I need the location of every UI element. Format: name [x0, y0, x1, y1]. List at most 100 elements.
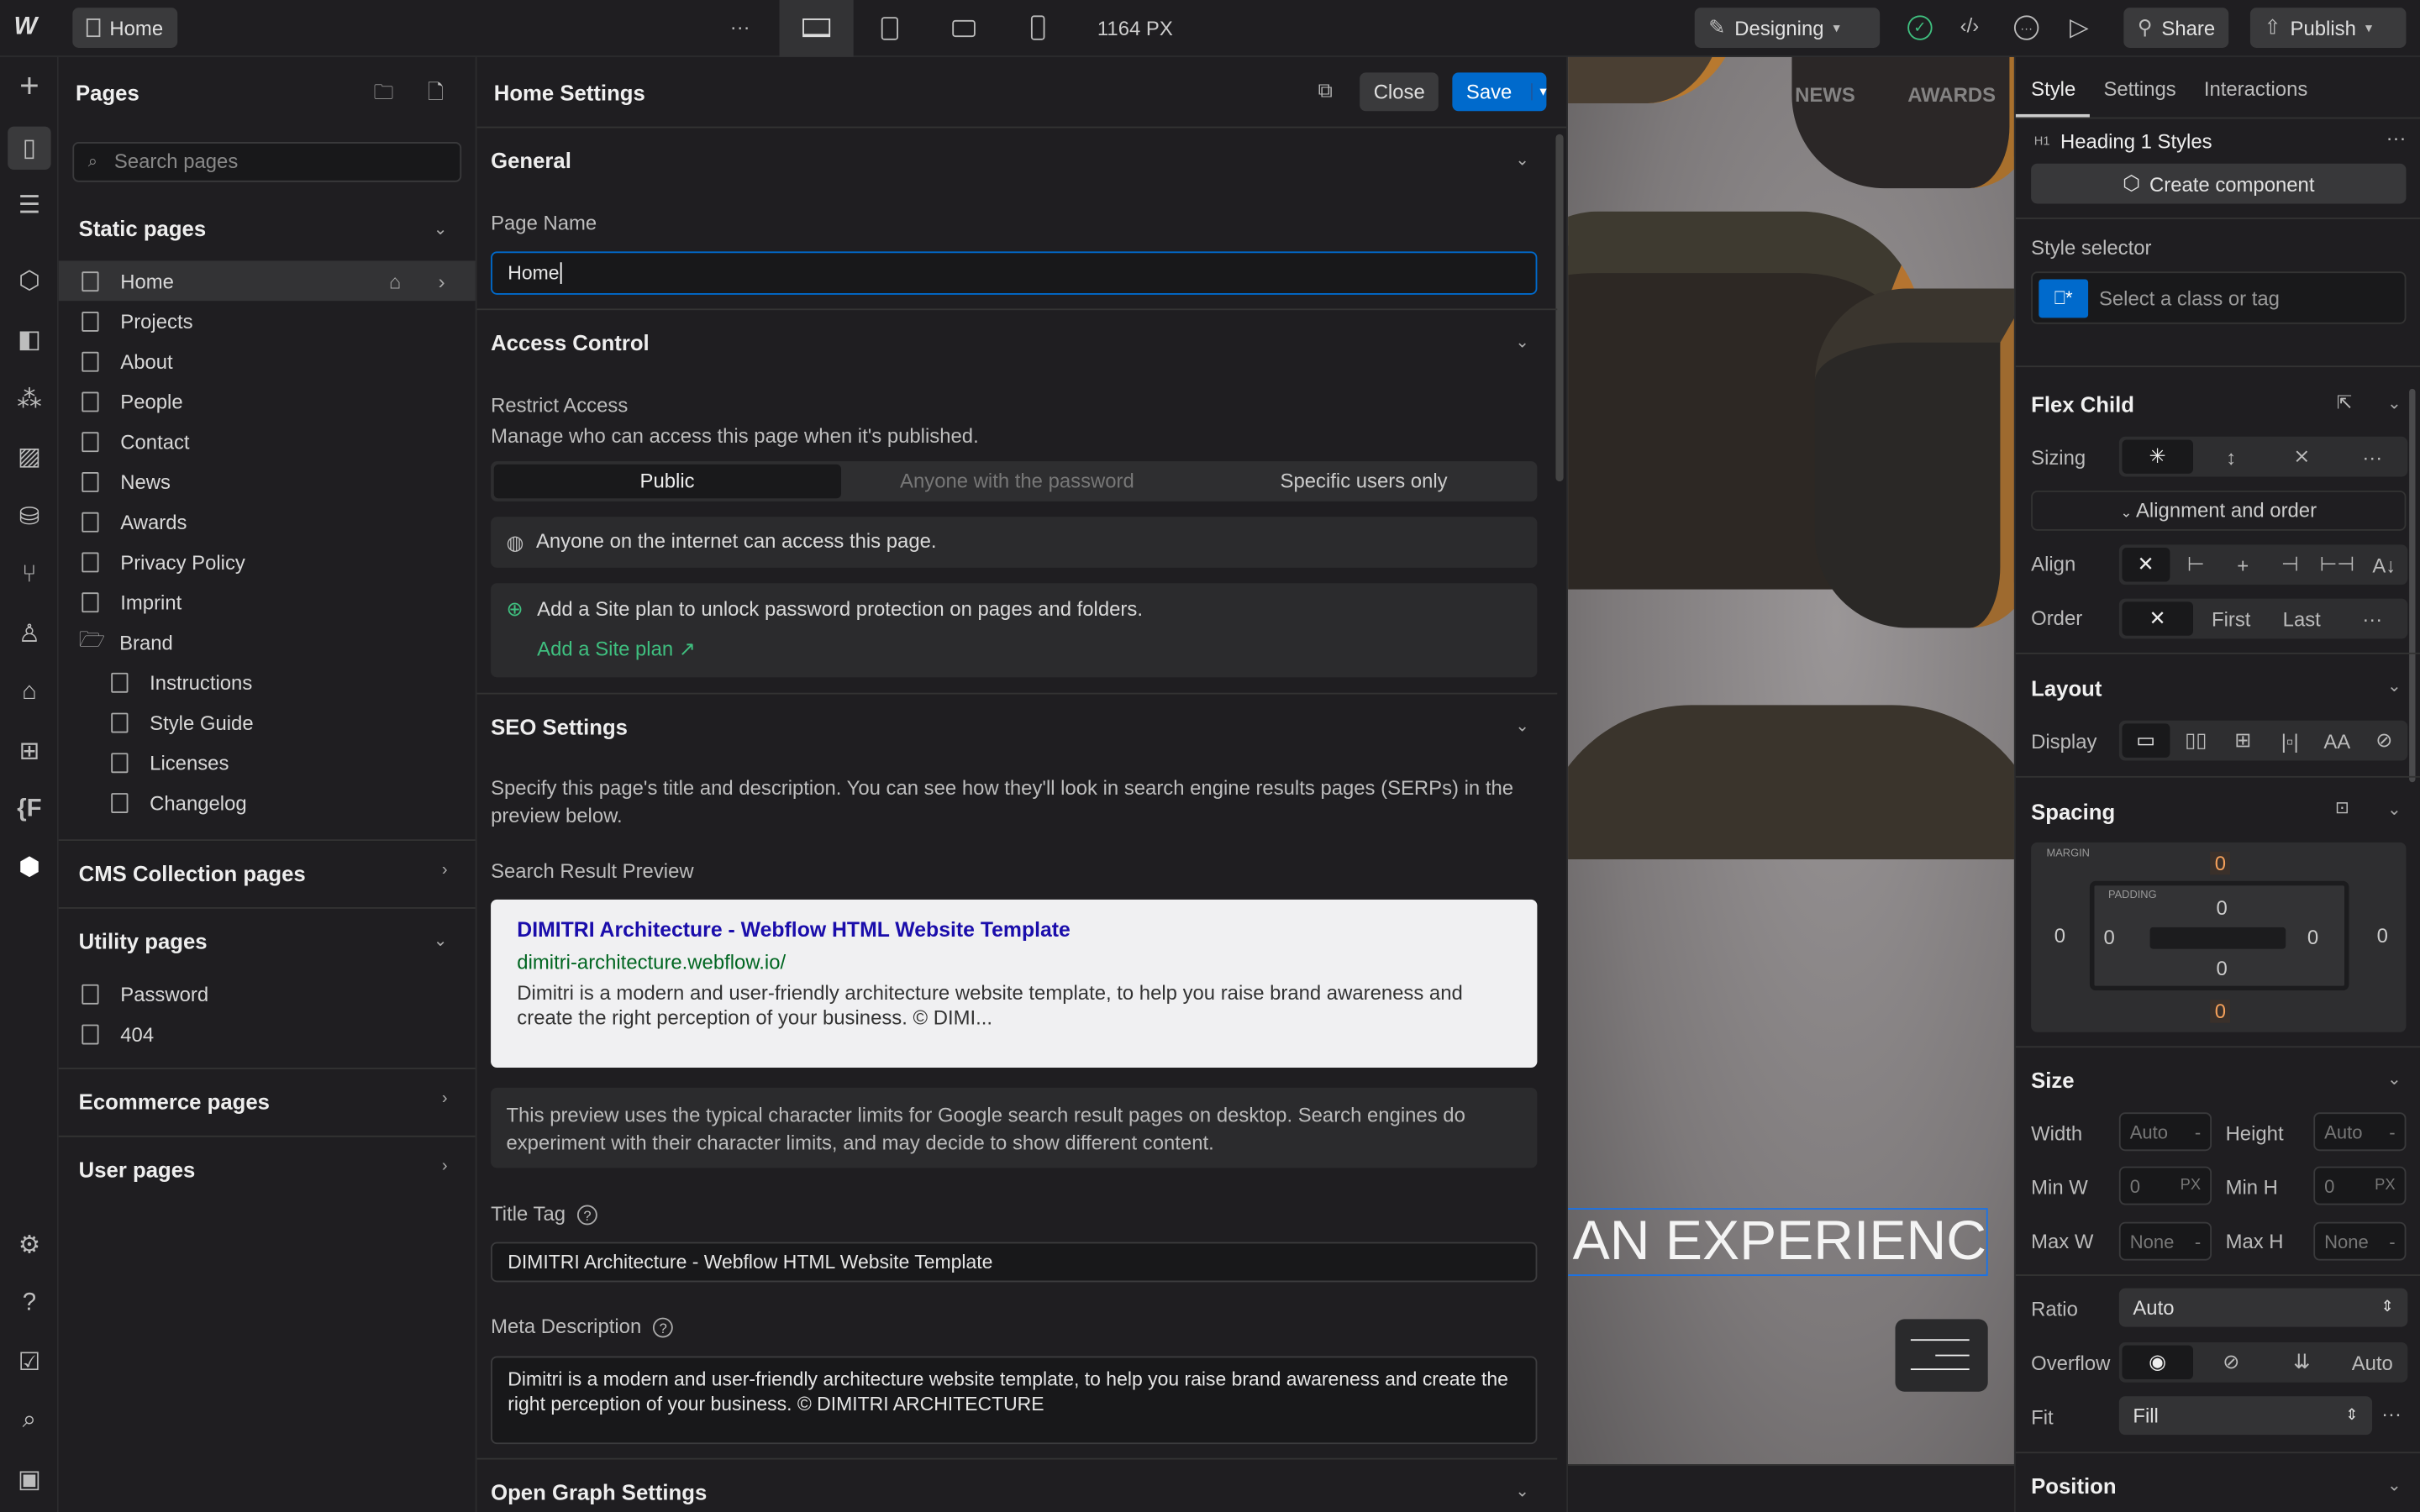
tab-interactions[interactable]: Interactions — [2204, 77, 2307, 101]
sizing-shrink-icon[interactable]: ✳ — [2122, 439, 2193, 474]
search-icon[interactable]: ⌕ — [11, 1403, 48, 1440]
tab-style[interactable]: Style — [2031, 77, 2075, 101]
size-header[interactable]: Size — [2031, 1068, 2074, 1092]
chevron-right-icon[interactable]: › — [439, 270, 445, 293]
overflow-visible-icon[interactable]: ◉ — [2122, 1345, 2193, 1380]
ecommerce-pages-header[interactable]: Ecommerce pages — [79, 1089, 270, 1114]
package-icon[interactable]: ⬢ — [11, 848, 48, 885]
more-options-icon[interactable]: ··· — [2381, 1403, 2402, 1426]
access-control-header[interactable]: Access Control — [491, 330, 650, 354]
display-inline-icon[interactable]: AA — [2313, 729, 2360, 753]
style-selector-input[interactable]: ⎕* Select a class or tag — [2031, 271, 2407, 324]
access-option-password[interactable]: Anyone with the password — [844, 461, 1191, 501]
position-header[interactable]: Position — [2031, 1473, 2116, 1498]
selected-heading[interactable]: IAN EXPERIENCE — [1568, 1208, 1988, 1276]
pages-icon[interactable]: ▯ — [8, 126, 51, 171]
align-end-icon[interactable]: ⊣ — [2266, 553, 2313, 577]
mode-dropdown[interactable]: ✎ Designing ▾ — [1694, 8, 1881, 48]
order-last[interactable]: Last — [2266, 607, 2337, 631]
chevron-down-icon[interactable]: ⌄ — [434, 219, 448, 239]
min-height-input[interactable]: 0 PX — [2313, 1166, 2407, 1205]
publish-button[interactable]: ⇧ Publish ▾ — [2249, 8, 2407, 48]
page-item[interactable]: Privacy Policy — [59, 542, 476, 582]
navigator-icon[interactable]: ☰ — [11, 186, 48, 223]
page-item[interactable]: News — [59, 461, 476, 501]
fonts-icon[interactable]: {F — [11, 791, 48, 828]
alignment-order-toggle[interactable]: ⌄ Alignment and order — [2031, 491, 2407, 531]
page-item[interactable]: Awards — [59, 501, 476, 542]
width-input[interactable]: Auto - — [2118, 1112, 2212, 1152]
page-item[interactable]: Style Guide — [59, 702, 476, 743]
page-item[interactable]: Imprint — [59, 581, 476, 622]
canvas-nav-news[interactable]: NEWS — [1795, 83, 1855, 107]
page-switcher-button[interactable]: Home — [72, 8, 177, 48]
users-icon[interactable]: ♙ — [11, 616, 48, 653]
chevron-down-icon[interactable]: ▾ — [1530, 83, 1547, 101]
code-icon[interactable]: ‹/› — [1960, 14, 1980, 38]
close-button[interactable]: Close — [1360, 72, 1439, 112]
overflow-scroll-icon[interactable]: ⇊ — [2266, 1350, 2337, 1374]
variables-icon[interactable]: ⁂ — [11, 381, 48, 418]
layout-header[interactable]: Layout — [2031, 675, 2102, 700]
ecommerce-icon[interactable]: ⌂ — [11, 675, 48, 711]
overflow-hidden-icon[interactable]: ⊘ — [2196, 1350, 2266, 1374]
assets-icon[interactable]: ▨ — [11, 438, 48, 475]
display-flex-icon[interactable]: ▯▯ — [2172, 728, 2219, 753]
cms-icon[interactable]: ⛁ — [11, 498, 48, 535]
save-button[interactable]: Save ▾ — [1452, 72, 1547, 112]
chevron-down-icon[interactable]: ⌄ — [1515, 150, 1529, 170]
folder-item-brand[interactable]: 🗁 Brand — [59, 622, 476, 662]
ratio-select[interactable]: Auto ⇕ — [2118, 1288, 2408, 1327]
chevron-right-icon[interactable]: › — [442, 1158, 448, 1176]
padding-bottom-value[interactable]: 0 — [2217, 957, 2228, 980]
static-pages-header[interactable]: Static pages — [79, 216, 207, 240]
design-canvas[interactable]: NEWS AWARDS IAN EXPERIENCE — [1568, 56, 2014, 1465]
utility-pages-header[interactable]: Utility pages — [79, 929, 208, 953]
help-icon[interactable]: ? — [11, 1285, 48, 1322]
more-options-icon[interactable]: ··· — [2337, 607, 2407, 631]
chevron-down-icon[interactable]: ⌄ — [2387, 393, 2402, 413]
open-graph-header[interactable]: Open Graph Settings — [491, 1479, 707, 1504]
margin-left-value[interactable]: 0 — [2054, 924, 2065, 948]
tablet-icon[interactable] — [881, 17, 898, 40]
video-tutorial-icon[interactable]: ▣ — [11, 1461, 48, 1498]
webflow-logo-icon[interactable]: W — [14, 14, 38, 42]
align-auto-icon[interactable]: ✕ — [2122, 548, 2170, 582]
tab-settings[interactable]: Settings — [2103, 77, 2175, 101]
more-button[interactable]: ··· — [730, 15, 750, 39]
meta-description-textarea[interactable]: Dimitri is a modern and user-friendly ar… — [491, 1356, 1538, 1445]
chevron-down-icon[interactable]: ⌄ — [2387, 799, 2402, 819]
page-item[interactable]: About — [59, 341, 476, 381]
help-icon[interactable]: ? — [653, 1317, 674, 1338]
style-guide-icon[interactable]: ◧ — [11, 321, 48, 358]
more-options-icon[interactable]: ··· — [2337, 445, 2407, 469]
page-item[interactable]: 404 — [59, 1014, 476, 1054]
chevron-down-icon[interactable]: ⌄ — [434, 931, 448, 950]
max-height-input[interactable]: None - — [2313, 1221, 2407, 1261]
display-grid-icon[interactable]: ⊞ — [2219, 728, 2266, 753]
flex-parent-link-icon[interactable]: ⇱ — [2337, 392, 2352, 414]
access-option-public[interactable]: Public — [493, 464, 841, 499]
chevron-right-icon[interactable]: › — [442, 1089, 448, 1108]
user-pages-header[interactable]: User pages — [79, 1158, 196, 1182]
margin-right-value[interactable]: 0 — [2377, 924, 2388, 948]
order-first[interactable]: First — [2196, 607, 2266, 631]
mobile-landscape-icon[interactable] — [952, 19, 976, 38]
copy-icon[interactable]: ⧉ — [1318, 79, 1333, 103]
create-component-button[interactable]: ⬡ Create component — [2031, 163, 2407, 204]
settings-gear-icon[interactable]: ⚙ — [11, 1226, 48, 1263]
page-name-input[interactable]: Home — [491, 251, 1538, 295]
fit-select[interactable]: Fill ⇕ — [2118, 1396, 2373, 1436]
margin-bottom-value[interactable]: 0 — [2210, 1000, 2231, 1023]
padding-left-value[interactable]: 0 — [2103, 926, 2114, 949]
chevron-down-icon[interactable]: ⌄ — [2387, 1069, 2402, 1089]
display-none-icon[interactable]: ⊘ — [2360, 728, 2407, 753]
chevron-down-icon[interactable]: ⌄ — [1515, 716, 1529, 736]
spacing-header[interactable]: Spacing — [2031, 799, 2115, 823]
logic-icon[interactable]: ⑂ — [11, 557, 48, 594]
max-width-input[interactable]: None - — [2118, 1221, 2212, 1261]
align-center-icon[interactable]: + — [2219, 553, 2266, 576]
share-button[interactable]: ⚲ Share — [2123, 8, 2229, 48]
display-inline-block-icon[interactable]: |▫| — [2266, 729, 2313, 753]
mobile-portrait-icon[interactable] — [1030, 15, 1045, 40]
